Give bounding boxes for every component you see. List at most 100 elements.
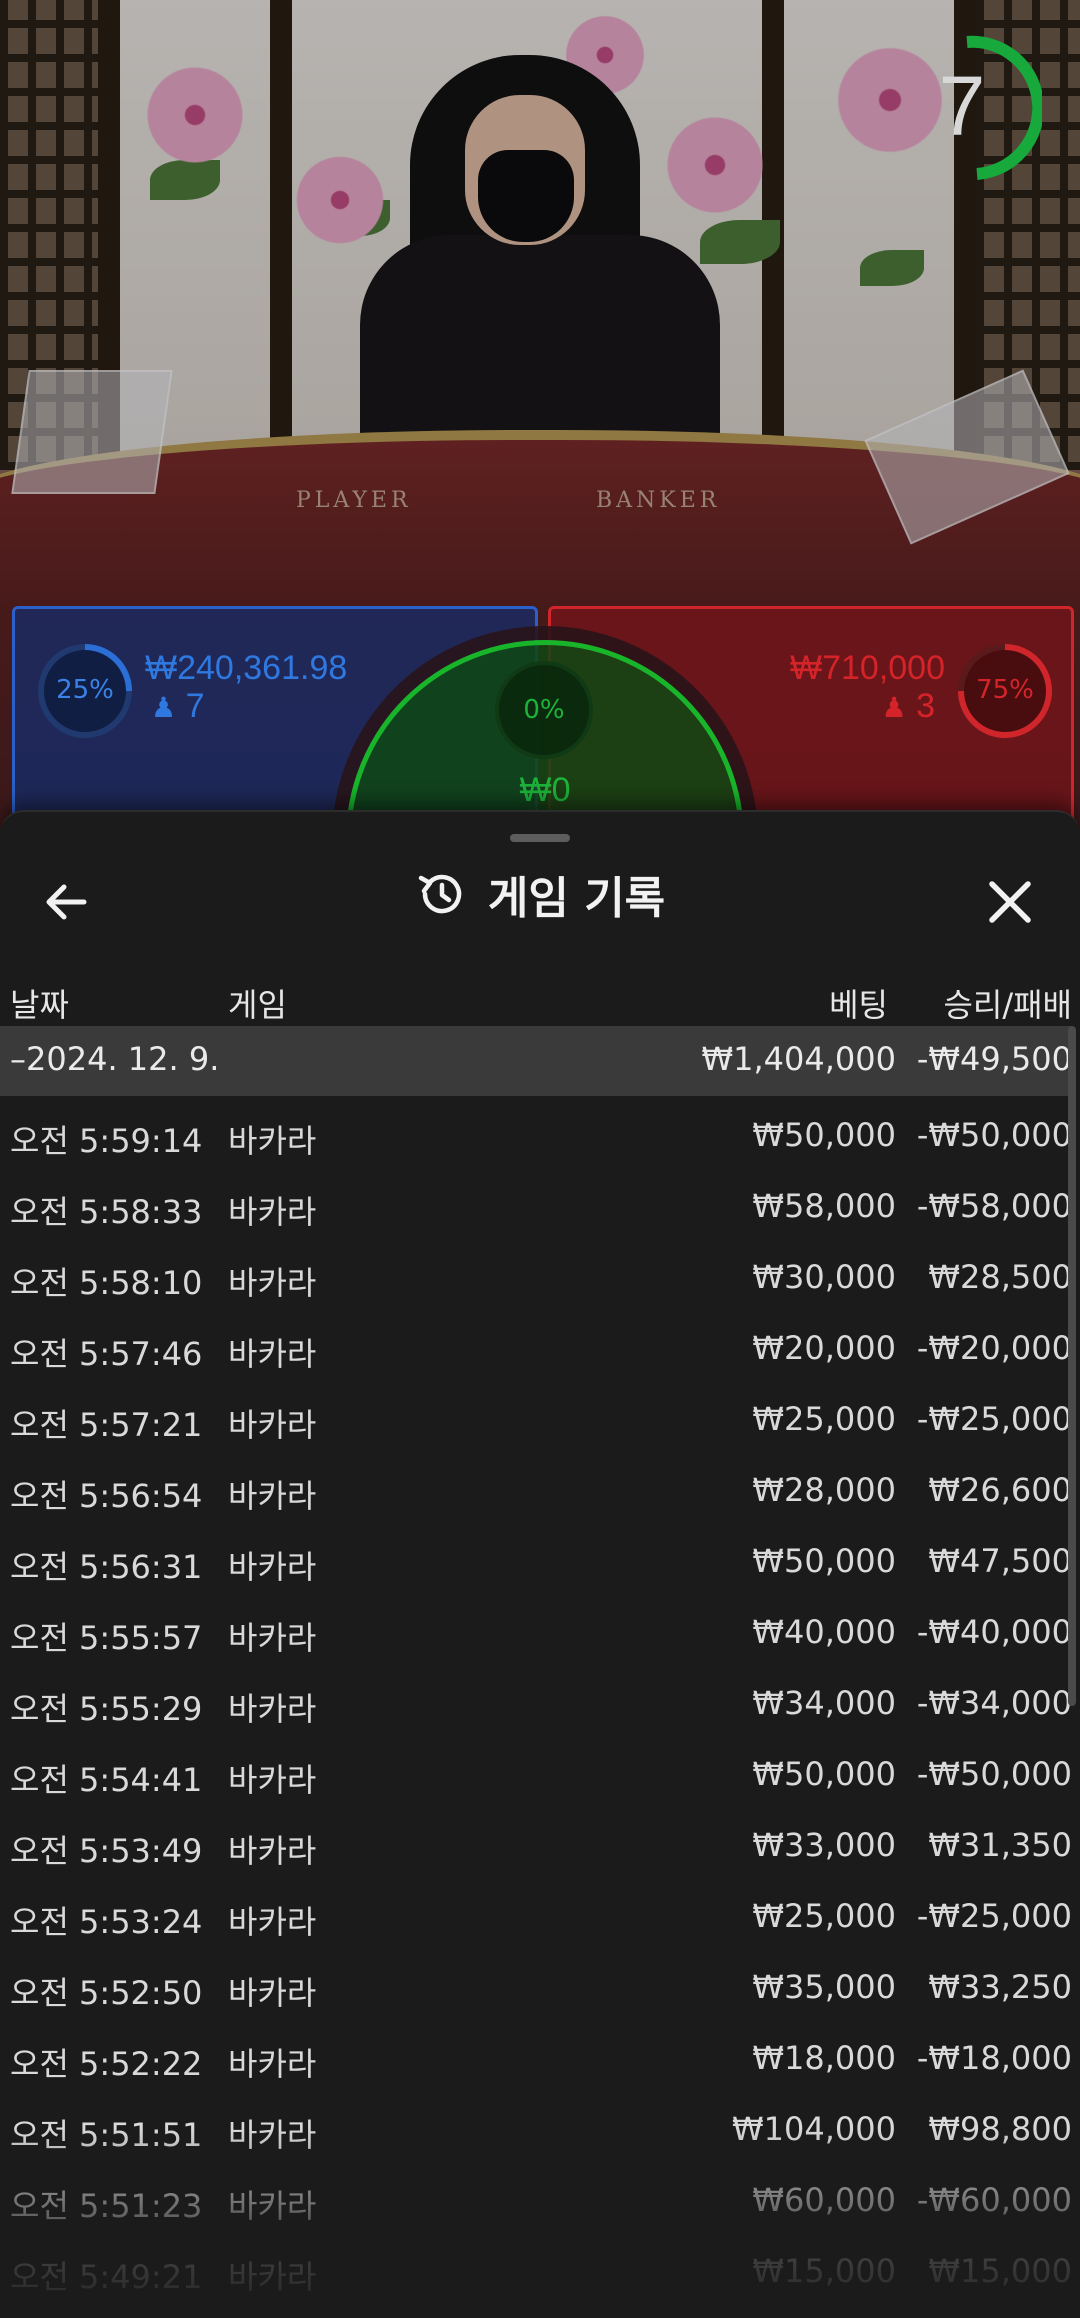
bet-amount: ₩28,000 bbox=[752, 1471, 896, 1509]
round-time: 오전 5:52:50 bbox=[10, 1974, 203, 2012]
history-row[interactable]: 오전 5:59:14 바카라 ₩50,000 -₩50,000 bbox=[0, 1102, 1072, 1172]
round-time: 오전 5:54:41 bbox=[10, 1761, 203, 1799]
bet-amount: ₩58,000 bbox=[752, 1187, 896, 1225]
date-group-row[interactable]: –2024. 12. 9. ₩1,404,000 -₩49,500 bbox=[0, 1026, 1072, 1096]
bet-amount: ₩40,000 bbox=[752, 1613, 896, 1651]
bet-amount: ₩18,000 bbox=[752, 2039, 896, 2077]
player-total-amount: ₩240,361.98 bbox=[145, 649, 348, 687]
date-group-total-result: -₩49,500 bbox=[916, 1040, 1072, 1078]
round-time: 오전 5:57:46 bbox=[10, 1335, 203, 1373]
bet-amount: ₩104,000 bbox=[732, 2110, 896, 2148]
game-name: 바카라 bbox=[228, 1122, 317, 1160]
bet-amount: ₩25,000 bbox=[752, 1897, 896, 1935]
player-bettor-count: 7 bbox=[185, 687, 205, 725]
game-name: 바카라 bbox=[228, 1903, 317, 1941]
win-loss-amount: -₩50,000 bbox=[916, 1116, 1072, 1154]
round-time: 오전 5:55:29 bbox=[10, 1690, 203, 1728]
game-name: 바카라 bbox=[228, 1406, 317, 1444]
close-icon bbox=[989, 881, 1031, 923]
win-loss-amount: -₩25,000 bbox=[916, 1897, 1072, 1935]
game-name: 바카라 bbox=[228, 1974, 317, 2012]
history-row[interactable]: 오전 5:53:24 바카라 ₩25,000 -₩25,000 bbox=[0, 1883, 1072, 1953]
close-button[interactable] bbox=[978, 870, 1042, 934]
round-timer: 7 bbox=[912, 34, 1045, 184]
bet-amount: ₩30,000 bbox=[752, 1258, 896, 1296]
bet-amount: ₩50,000 bbox=[752, 1542, 896, 1580]
tie-percent-label: 0% bbox=[523, 695, 565, 725]
win-loss-amount: -₩18,000 bbox=[916, 2039, 1072, 2077]
game-name: 바카라 bbox=[228, 1477, 317, 1515]
win-loss-amount: ₩47,500 bbox=[928, 1542, 1072, 1580]
history-row[interactable]: 오전 5:55:57 바카라 ₩40,000 -₩40,000 bbox=[0, 1599, 1072, 1669]
game-history-sheet: 게임 기록 날짜 게임 베팅 승리/패배 –2024. 12. 9. ₩1,40… bbox=[0, 810, 1080, 2318]
game-name: 바카라 bbox=[228, 1548, 317, 1586]
sheet-title: 게임 기록 bbox=[487, 873, 666, 924]
history-row[interactable]: 오전 5:56:54 바카라 ₩28,000 ₩26,600 bbox=[0, 1457, 1072, 1527]
history-list[interactable]: –2024. 12. 9. ₩1,404,000 -₩49,500 오전 5:5… bbox=[0, 1026, 1080, 2318]
game-name: 바카라 bbox=[228, 1832, 317, 1870]
game-name: 바카라 bbox=[228, 2187, 317, 2225]
win-loss-amount: ₩26,600 bbox=[928, 1471, 1072, 1509]
win-loss-amount: -₩60,000 bbox=[916, 2181, 1072, 2219]
game-name: 바카라 bbox=[228, 2116, 317, 2154]
round-time: 오전 5:59:14 bbox=[10, 1122, 203, 1160]
round-time: 오전 5:51:51 bbox=[10, 2116, 203, 2154]
player-bettors: ♟ 7 bbox=[151, 687, 204, 726]
win-loss-amount: ₩28,500 bbox=[928, 1258, 1072, 1296]
win-loss-amount: ₩98,800 bbox=[928, 2110, 1072, 2148]
history-row[interactable]: 오전 5:54:41 바카라 ₩50,000 -₩50,000 bbox=[0, 1741, 1072, 1811]
sheet-header: 게임 기록 bbox=[0, 862, 1080, 942]
round-time: 오전 5:57:21 bbox=[10, 1406, 203, 1444]
win-loss-amount: ₩33,250 bbox=[928, 1968, 1072, 2006]
column-bet: 베팅 bbox=[829, 986, 888, 1024]
bet-amount: ₩33,000 bbox=[752, 1826, 896, 1864]
round-time: 오전 5:51:23 bbox=[10, 2187, 203, 2225]
date-group-label: –2024. 12. 9. bbox=[10, 1040, 220, 1078]
bet-amount: ₩35,000 bbox=[752, 1968, 896, 2006]
history-row[interactable]: 오전 5:51:51 바카라 ₩104,000 ₩98,800 bbox=[0, 2096, 1072, 2166]
game-name: 바카라 bbox=[228, 1335, 317, 1373]
win-loss-amount: ₩31,350 bbox=[928, 1826, 1072, 1864]
sheet-drag-handle[interactable] bbox=[510, 834, 570, 842]
bet-amount: ₩20,000 bbox=[752, 1329, 896, 1367]
history-row[interactable]: 오전 5:58:33 바카라 ₩58,000 -₩58,000 bbox=[0, 1173, 1072, 1243]
round-time: 오전 5:49:21 bbox=[10, 2258, 203, 2296]
history-row[interactable]: 오전 5:57:46 바카라 ₩20,000 -₩20,000 bbox=[0, 1315, 1072, 1385]
history-row[interactable]: 오전 5:51:23 바카라 ₩60,000 -₩60,000 bbox=[0, 2167, 1072, 2237]
history-row[interactable]: 오전 5:57:21 바카라 ₩25,000 -₩25,000 bbox=[0, 1386, 1072, 1456]
user-icon: ♟ bbox=[151, 692, 177, 723]
player-percent-label: 25% bbox=[56, 675, 114, 705]
game-name: 바카라 bbox=[228, 1264, 317, 1302]
history-row[interactable]: 오전 5:55:29 바카라 ₩34,000 -₩34,000 bbox=[0, 1670, 1072, 1740]
user-icon: ♟ bbox=[881, 692, 907, 723]
win-loss-amount: -₩20,000 bbox=[916, 1329, 1072, 1367]
win-loss-amount: -₩50,000 bbox=[916, 1755, 1072, 1793]
round-time: 오전 5:53:24 bbox=[10, 1903, 203, 1941]
player-percent-ring: 25% bbox=[35, 641, 135, 741]
column-date: 날짜 bbox=[10, 986, 69, 1024]
banker-percent-label: 75% bbox=[976, 675, 1034, 705]
live-dealer-video: PLAYER BANKER 7 25% ₩240,361.98 ♟ 7 ₩710… bbox=[0, 0, 1080, 840]
column-win-loss: 승리/패배 bbox=[943, 986, 1072, 1024]
scrollbar[interactable] bbox=[1068, 1026, 1076, 1706]
bet-amount: ₩50,000 bbox=[752, 1116, 896, 1154]
history-row[interactable]: 오전 5:56:31 바카라 ₩50,000 ₩47,500 bbox=[0, 1528, 1072, 1598]
win-loss-amount: -₩34,000 bbox=[916, 1684, 1072, 1722]
win-loss-amount: -₩25,000 bbox=[916, 1400, 1072, 1438]
banker-total-amount: ₩710,000 bbox=[790, 649, 945, 687]
column-game: 게임 bbox=[228, 986, 287, 1024]
bet-amount: ₩50,000 bbox=[752, 1755, 896, 1793]
bet-amount: ₩60,000 bbox=[752, 2181, 896, 2219]
history-row[interactable]: 오전 5:58:10 바카라 ₩30,000 ₩28,500 bbox=[0, 1244, 1072, 1314]
banker-bettors: ♟ 3 bbox=[882, 687, 935, 726]
bet-amount: ₩25,000 bbox=[752, 1400, 896, 1438]
timer-countdown: 7 bbox=[938, 59, 986, 153]
history-row[interactable]: 오전 5:52:50 바카라 ₩35,000 ₩33,250 bbox=[0, 1954, 1072, 2024]
history-row[interactable]: 오전 5:49:21 바카라 ₩15,000 ₩15,000 bbox=[0, 2238, 1072, 2308]
history-row[interactable]: 오전 5:52:22 바카라 ₩18,000 -₩18,000 bbox=[0, 2025, 1072, 2095]
history-row[interactable]: 오전 5:53:49 바카라 ₩33,000 ₩31,350 bbox=[0, 1812, 1072, 1882]
history-icon bbox=[418, 874, 462, 914]
game-name: 바카라 bbox=[228, 1193, 317, 1231]
game-name: 바카라 bbox=[228, 2258, 317, 2296]
round-time: 오전 5:52:22 bbox=[10, 2045, 203, 2083]
